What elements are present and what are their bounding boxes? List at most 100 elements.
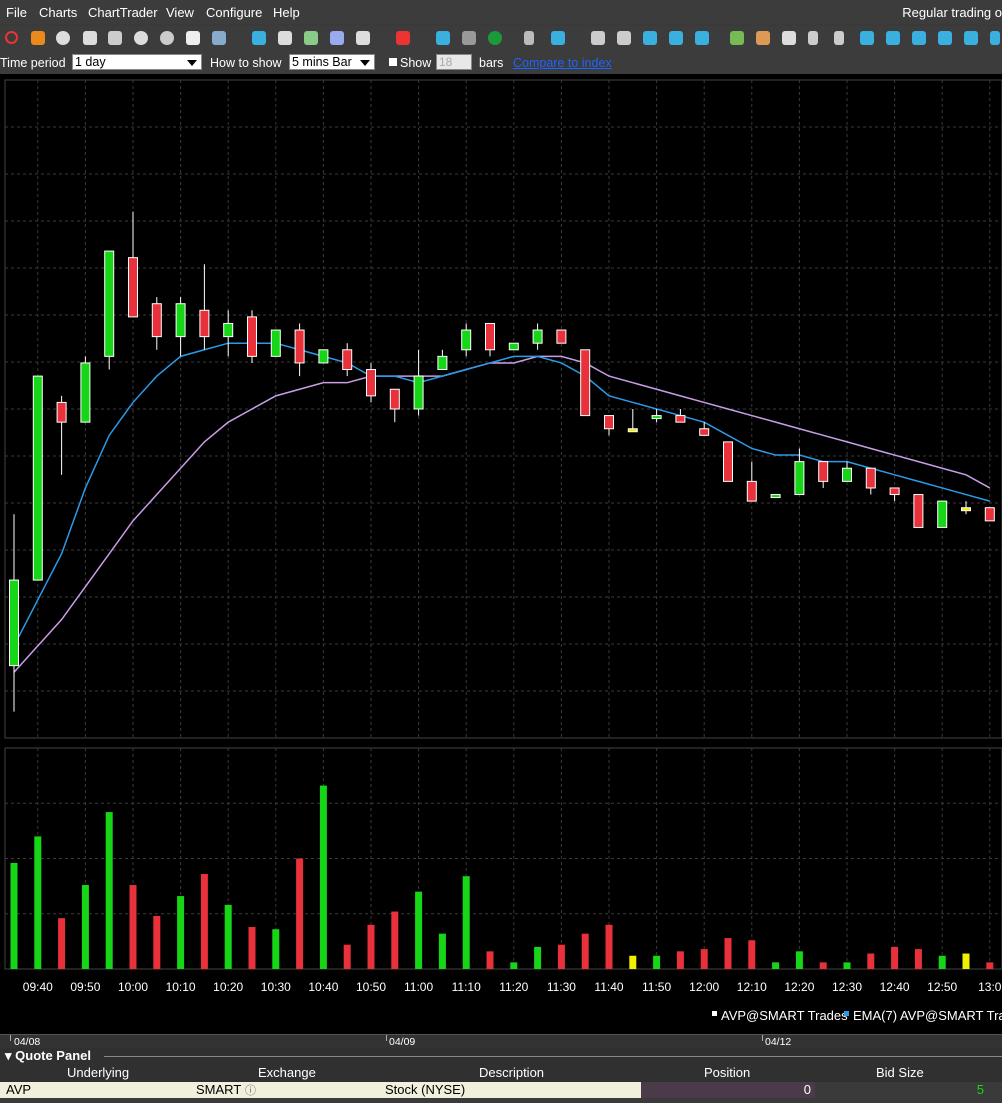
volume-bar[interactable] — [105, 812, 113, 969]
volume-bar[interactable] — [248, 927, 256, 969]
col-exchange[interactable]: Exchange — [258, 1065, 316, 1080]
volume-bar[interactable] — [153, 915, 161, 969]
candle[interactable] — [723, 441, 733, 482]
candle[interactable] — [247, 316, 257, 357]
candle[interactable] — [794, 461, 805, 496]
candle[interactable] — [627, 428, 638, 433]
candle[interactable] — [699, 428, 710, 436]
volume-bar[interactable] — [795, 951, 803, 969]
candle[interactable] — [746, 480, 757, 502]
volume-bar[interactable] — [34, 836, 42, 969]
candle[interactable] — [199, 309, 210, 338]
candle[interactable] — [818, 461, 829, 482]
candle[interactable] — [318, 349, 329, 364]
volume-bar[interactable] — [415, 891, 423, 969]
dollar-icon[interactable] — [488, 31, 502, 45]
volume-icon[interactable] — [462, 31, 476, 45]
candle[interactable] — [556, 329, 567, 344]
vertical-compress-icon[interactable] — [834, 31, 844, 45]
volume-bar[interactable] — [962, 953, 970, 969]
volume-bar[interactable] — [319, 785, 327, 969]
candle[interactable] — [651, 415, 662, 420]
volume-bar[interactable] — [510, 962, 518, 969]
volume-bar[interactable] — [843, 962, 851, 969]
col-description[interactable]: Description — [479, 1065, 544, 1080]
volume-bar[interactable] — [629, 955, 637, 969]
candle[interactable] — [80, 362, 91, 423]
candle[interactable] — [508, 342, 519, 351]
volume-bar[interactable] — [986, 962, 994, 969]
menu-help[interactable]: Help — [273, 5, 300, 20]
col-position[interactable]: Position — [704, 1065, 750, 1080]
menu-view[interactable]: View — [166, 5, 194, 20]
volume-bar[interactable] — [272, 929, 280, 969]
trade-icon[interactable] — [278, 31, 292, 45]
candle[interactable] — [366, 369, 376, 397]
bars-count-input[interactable]: 18 — [436, 54, 472, 70]
volume-bar[interactable] — [819, 962, 827, 969]
quote-panel-header[interactable]: ▾ Quote Panel — [0, 1048, 1002, 1064]
time-period-select[interactable]: 1 day — [72, 54, 202, 70]
bars-icon[interactable] — [436, 31, 450, 45]
volume-bar[interactable] — [772, 962, 780, 969]
candle[interactable] — [342, 349, 353, 371]
volume-bar[interactable] — [391, 911, 399, 969]
volume-bar[interactable] — [700, 949, 708, 969]
candle[interactable] — [9, 579, 19, 667]
volume-bar[interactable] — [581, 933, 589, 969]
candle[interactable] — [984, 507, 995, 522]
chart-area[interactable]: 09:40 09:50 10:00 10:10 10:20 10:30 10:40 10:50… — [0, 74, 1002, 1034]
menu-charts[interactable]: Charts — [39, 5, 77, 20]
candle[interactable] — [389, 388, 400, 410]
volume-bar[interactable] — [177, 896, 185, 969]
cursor-icon[interactable] — [31, 31, 45, 45]
volume-bar[interactable] — [367, 924, 375, 969]
redo-icon[interactable] — [617, 31, 631, 45]
volume-bar[interactable] — [534, 946, 542, 969]
candle[interactable] — [889, 487, 900, 496]
channel-icon[interactable] — [695, 31, 709, 45]
fit-icon[interactable] — [782, 31, 796, 45]
candle[interactable] — [294, 329, 305, 364]
volume-bar[interactable] — [10, 862, 18, 969]
candle[interactable] — [485, 322, 495, 351]
zoom-out-icon[interactable] — [756, 31, 770, 45]
grid-icon[interactable] — [83, 31, 97, 45]
col-bid-size[interactable]: Bid Size — [876, 1065, 924, 1080]
annotation-icon[interactable] — [643, 31, 657, 45]
how-to-show-select[interactable]: 5 mins Bar — [289, 54, 375, 70]
volume-bar[interactable] — [748, 940, 756, 969]
menu-charttrader[interactable]: ChartTrader — [88, 5, 158, 20]
volume-bar[interactable] — [224, 904, 232, 969]
volume-bar[interactable] — [557, 944, 565, 969]
volume-bar[interactable] — [343, 944, 351, 969]
volume-bar[interactable] — [58, 918, 66, 969]
volume-bar[interactable] — [676, 951, 684, 969]
candle[interactable] — [128, 257, 138, 318]
layout-icon[interactable] — [356, 31, 370, 45]
candle[interactable] — [842, 467, 852, 482]
show-checkbox[interactable] — [389, 58, 397, 66]
menu-file[interactable]: File — [6, 5, 27, 20]
candle[interactable] — [104, 250, 115, 357]
wrench-icon[interactable] — [551, 31, 565, 45]
candle[interactable] — [32, 375, 43, 581]
volume-bar[interactable] — [914, 949, 922, 969]
candle[interactable] — [270, 329, 281, 357]
volume-bar[interactable] — [938, 955, 946, 969]
compress-horizontal-icon[interactable] — [938, 31, 952, 45]
volume-bar[interactable] — [486, 951, 494, 969]
vertical-expand-icon[interactable] — [808, 31, 818, 45]
volume-bar[interactable] — [129, 885, 137, 969]
candle[interactable] — [175, 303, 186, 338]
scale-icon[interactable] — [964, 31, 978, 45]
candle[interactable] — [532, 329, 543, 344]
candle[interactable] — [580, 349, 591, 417]
expand-horizontal-icon[interactable] — [912, 31, 926, 45]
scroll-right-icon[interactable] — [886, 31, 900, 45]
volume-bar[interactable] — [605, 924, 613, 969]
candle[interactable] — [770, 494, 781, 499]
info-icon[interactable]: ⓘ — [245, 1082, 256, 1098]
date-navigation-band[interactable]: 04/08 04/09 04/12 — [0, 1034, 1002, 1049]
candle[interactable] — [865, 467, 876, 489]
